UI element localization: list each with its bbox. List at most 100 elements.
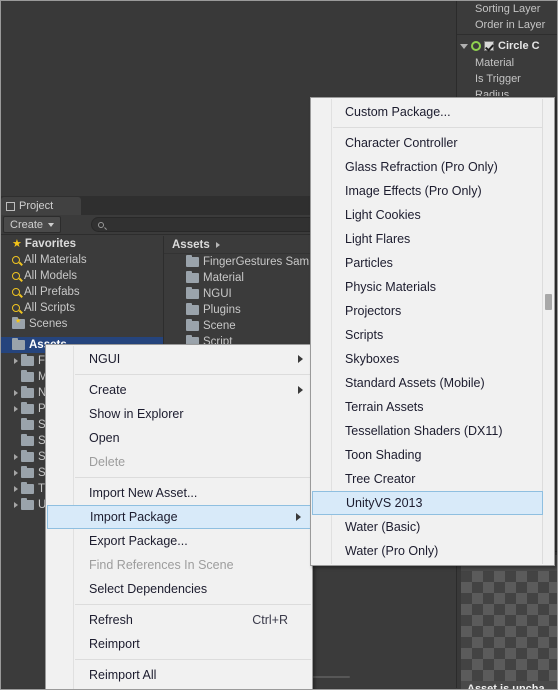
asset-context-menu[interactable]: NGUI Create Show in Explorer Open Delete… — [45, 344, 313, 690]
chevron-right-icon — [13, 406, 18, 412]
project-tab-label: Project — [19, 200, 54, 212]
list-item[interactable]: All Prefabs — [1, 284, 163, 300]
menu-separator — [75, 374, 311, 375]
folder-icon — [21, 466, 34, 478]
submenu-item-character-controller[interactable]: Character Controller — [311, 131, 544, 155]
menu-item-find-references-in-scene: Find References In Scene — [46, 553, 312, 577]
create-button[interactable]: Create — [3, 216, 62, 233]
menu-item-label: Tessellation Shaders (DX11) — [345, 424, 503, 438]
submenu-item-standard-assets-mobile[interactable]: Standard Assets (Mobile) — [311, 371, 544, 395]
submenu-item-projectors[interactable]: Projectors — [311, 299, 544, 323]
preview-checkerboard[interactable] — [461, 571, 558, 681]
folder-icon — [21, 418, 34, 430]
menu-item-label: Reimport — [89, 637, 140, 651]
menu-item-open[interactable]: Open — [46, 426, 312, 450]
inspector-row-order-in-layer[interactable]: Order in Layer — [457, 17, 557, 33]
menu-item-label: Image Effects (Pro Only) — [345, 184, 482, 198]
asset-label: Plugins — [203, 304, 241, 316]
submenu-item-toon-shading[interactable]: Toon Shading — [311, 443, 544, 467]
folder-icon — [186, 271, 199, 283]
submenu-item-glass-refraction[interactable]: Glass Refraction (Pro Only) — [311, 155, 544, 179]
list-item[interactable]: All Materials — [1, 252, 163, 268]
menu-item-label: Light Flares — [345, 232, 411, 246]
expand-toggle[interactable] — [10, 470, 21, 476]
expand-toggle[interactable] — [10, 358, 21, 364]
chevron-right-icon — [13, 454, 18, 460]
component-enabled-checkbox[interactable] — [484, 41, 494, 51]
list-item[interactable]: Scenes — [1, 316, 163, 332]
submenu-item-water-basic[interactable]: Water (Basic) — [311, 515, 544, 539]
inspector-prop-material[interactable]: Material — [457, 55, 557, 71]
inspector-row-sorting-layer[interactable]: Sorting Layer — [457, 1, 557, 17]
menu-item-export-package[interactable]: Export Package... — [46, 529, 312, 553]
folder-icon — [21, 402, 34, 414]
inspector-prop-is-trigger[interactable]: Is Trigger — [457, 71, 557, 87]
menu-item-show-in-explorer[interactable]: Show in Explorer — [46, 402, 312, 426]
menu-item-reimport[interactable]: Reimport — [46, 632, 312, 656]
submenu-item-tree-creator[interactable]: Tree Creator — [311, 467, 544, 491]
submenu-item-light-flares[interactable]: Light Flares — [311, 227, 544, 251]
chevron-down-icon — [48, 222, 55, 227]
chevron-right-icon — [13, 390, 18, 396]
project-tab-icon — [6, 201, 15, 211]
search-icon — [12, 272, 20, 280]
tree-group-favorites[interactable]: ★ Favorites — [1, 236, 163, 252]
submenu-item-physic-materials[interactable]: Physic Materials — [311, 275, 544, 299]
import-package-submenu[interactable]: Custom Package... Character Controller G… — [310, 97, 555, 566]
folder-icon — [186, 303, 199, 315]
menu-item-label: Character Controller — [345, 136, 458, 150]
inspector-component-header[interactable]: Circle C — [457, 37, 557, 55]
menu-item-label: Particles — [345, 256, 393, 270]
menu-item-create[interactable]: Create — [46, 378, 312, 402]
expand-toggle[interactable] — [10, 454, 21, 460]
menu-item-label: Delete — [89, 455, 126, 469]
menu-item-label: Import Package — [90, 510, 178, 524]
inspector-divider — [457, 34, 557, 35]
chevron-right-icon — [13, 486, 18, 492]
expand-toggle[interactable] — [10, 390, 21, 396]
submenu-item-custom-package[interactable]: Custom Package... — [311, 100, 544, 124]
menu-item-label: NGUI — [89, 352, 121, 366]
menu-item-ngui[interactable]: NGUI — [46, 347, 312, 371]
menu-item-label: Physic Materials — [345, 280, 436, 294]
list-item[interactable]: All Scripts — [1, 300, 163, 316]
tab-project[interactable]: Project — [1, 197, 81, 215]
chevron-right-icon — [13, 502, 18, 508]
menu-item-reimport-all[interactable]: Reimport All — [46, 663, 312, 687]
submenu-item-particles[interactable]: Particles — [311, 251, 544, 275]
list-item[interactable]: All Models — [1, 268, 163, 284]
menu-item-refresh[interactable]: Refresh Ctrl+R — [46, 608, 312, 632]
menu-item-label: UnityVS 2013 — [346, 496, 423, 510]
submenu-item-light-cookies[interactable]: Light Cookies — [311, 203, 544, 227]
menu-item-label: Create — [89, 383, 127, 397]
submenu-item-scripts[interactable]: Scripts — [311, 323, 544, 347]
asset-label: FingerGestures Sam — [203, 256, 310, 268]
menu-item-label: Find References In Scene — [89, 558, 234, 572]
chevron-right-icon — [296, 513, 301, 521]
submenu-item-terrain-assets[interactable]: Terrain Assets — [311, 395, 544, 419]
menu-item-label: Refresh — [89, 613, 133, 627]
menu-item-label: Custom Package... — [345, 105, 451, 119]
scrollbar-thumb[interactable] — [545, 294, 552, 311]
folder-icon — [186, 255, 199, 267]
folder-icon — [21, 482, 34, 494]
submenu-items: Custom Package... Character Controller G… — [311, 98, 544, 565]
expand-toggle[interactable] — [10, 486, 21, 492]
submenu-item-skyboxes[interactable]: Skyboxes — [311, 347, 544, 371]
menu-separator — [333, 127, 543, 128]
expand-toggle[interactable] — [10, 406, 21, 412]
menu-item-select-dependencies[interactable]: Select Dependencies — [46, 577, 312, 601]
submenu-item-tessellation-shaders[interactable]: Tessellation Shaders (DX11) — [311, 419, 544, 443]
menu-item-import-package[interactable]: Import Package — [47, 505, 311, 529]
context-menu-items: NGUI Create Show in Explorer Open Delete… — [46, 345, 312, 690]
chevron-down-icon[interactable] — [460, 43, 468, 49]
menu-separator — [75, 477, 311, 478]
tree-item-label: Scenes — [29, 318, 68, 330]
preview-status-text: Asset is uncha — [461, 681, 558, 690]
submenu-item-unityvs-2013[interactable]: UnityVS 2013 — [312, 491, 543, 515]
expand-toggle[interactable] — [10, 502, 21, 508]
folder-icon — [21, 450, 34, 462]
submenu-item-water-pro-only[interactable]: Water (Pro Only) — [311, 539, 544, 563]
menu-item-import-new-asset[interactable]: Import New Asset... — [46, 481, 312, 505]
submenu-item-image-effects[interactable]: Image Effects (Pro Only) — [311, 179, 544, 203]
